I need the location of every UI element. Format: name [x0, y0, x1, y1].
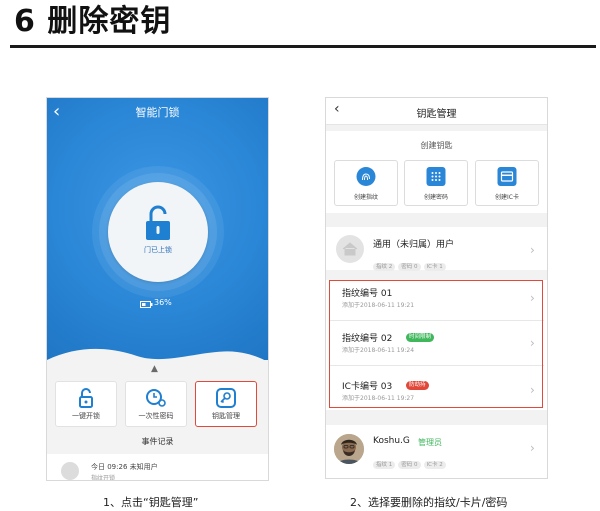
key-management-button[interactable]: 钥匙管理: [195, 381, 257, 427]
chevron-right-icon: ›: [530, 441, 535, 455]
keypad-icon: [426, 167, 446, 186]
home-icon: [61, 462, 79, 480]
screen-title: 钥匙管理: [416, 109, 457, 120]
create-label: 创建IC卡: [495, 194, 519, 201]
lock-status-text: 门已上锁: [144, 246, 172, 254]
title-divider: [10, 45, 596, 48]
password-count: 密码 0: [398, 263, 421, 271]
user-name: Koshu.G: [373, 436, 410, 446]
password-count: 密码 0: [398, 461, 421, 469]
chevron-right-icon: ›: [530, 243, 535, 257]
create-ic-card-button[interactable]: 创建IC卡: [475, 160, 539, 206]
ic-card-count: IC卡 1: [423, 263, 446, 271]
admin-role-label: 管理员: [418, 438, 442, 447]
step-2-caption: 2、选择要删除的指纹/卡片/密码: [350, 496, 508, 509]
fingerprint-count: 指纹 2: [373, 263, 396, 271]
battery-icon: [140, 301, 153, 308]
step-1-caption: 1、点击“钥匙管理”: [103, 496, 199, 509]
avatar: [334, 434, 364, 464]
key-count-tags: 指纹 1 密码 0 IC卡 2: [373, 451, 449, 470]
screen-title: 智能门锁: [135, 106, 180, 119]
events-title: 事件记录: [141, 437, 174, 446]
create-label: 创建密码: [423, 194, 448, 201]
lock-home-screen: ‹ 智能门锁 门已上锁 36% ▲ 一键开锁 一次性密码 钥匙管理 事件记录 今…: [46, 97, 269, 481]
user-name: 通用（未归属）用户: [373, 240, 455, 250]
function-label: 一次性密码: [138, 412, 174, 420]
clock-key-icon: [146, 389, 166, 407]
card-icon: [497, 167, 517, 186]
chevron-up-icon[interactable]: ▲: [151, 364, 158, 374]
unlock-icon: [146, 205, 170, 240]
event-time: 今日 09:26 未知用户: [91, 463, 158, 471]
one-key-unlock-button[interactable]: 一键开锁: [55, 381, 117, 427]
create-label: 创建指纹: [353, 194, 378, 201]
home-icon: [336, 235, 364, 263]
fingerprint-icon: [356, 167, 376, 186]
function-label: 一键开锁: [72, 412, 100, 420]
one-time-password-button[interactable]: 一次性密码: [125, 381, 187, 427]
create-password-button[interactable]: 创建密码: [404, 160, 468, 206]
function-label: 钥匙管理: [212, 412, 240, 420]
battery-level: 36%: [154, 298, 172, 307]
key-icon: [216, 388, 236, 408]
event-detail: 指纹开锁: [91, 475, 116, 481]
fingerprint-count: 指纹 1: [373, 461, 396, 469]
key-count-tags: 指纹 2 密码 0 IC卡 1: [373, 253, 449, 272]
unlock-icon: [79, 388, 93, 408]
create-fingerprint-button[interactable]: 创建指纹: [334, 160, 398, 206]
ic-card-count: IC卡 2: [423, 461, 446, 469]
page-title: 6 删除密钥: [14, 4, 172, 39]
create-key-title: 创建钥匙: [420, 141, 453, 150]
selected-keys-highlight: [329, 280, 543, 408]
